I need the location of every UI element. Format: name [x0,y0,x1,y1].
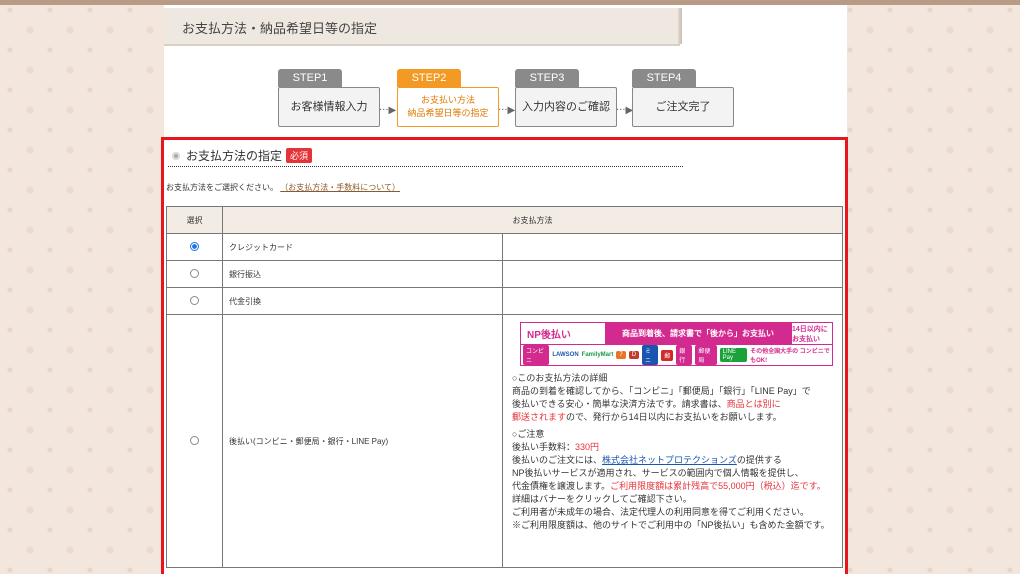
method-deferred-payment[interactable]: 後払い(コンビニ・郵便局・銀行・LINE Pay) [222,314,503,568]
method-extra-cell [502,233,843,261]
payment-method-table: 選択 お支払方法 クレジットカード 銀行振込 代金引換 後払い(コンビニ・郵便局… [166,206,843,568]
step-arrow-icon: ···▶ [379,105,397,116]
chip-note: その他全国大手の コンビニでもOK! [750,349,830,364]
method-cash-on-delivery[interactable]: 代金引換 [222,287,503,315]
chip-post-office: 郵便局 [695,345,717,365]
step-3-tab: STEP3 [515,69,579,87]
dotted-divider [168,166,683,167]
bullet-icon [172,151,180,160]
step-4: STEP4 ご注文完了 [632,69,734,127]
payment-section-heading: お支払方法の指定 [186,149,283,163]
step-4-tab: STEP4 [632,69,696,87]
np-banner-days: 14日以内に お支払い [791,323,832,344]
chip-ministop: ミニ [642,345,659,365]
step-arrow-icon: ···▶ [498,105,516,116]
table-row[interactable]: 代金引換 [166,287,843,315]
detail-line: 代金債権を譲渡します。ご利用限度額は累計残高で55,000円（税込）迄です。 [512,481,826,491]
fee-line: 後払い手数料：330円 [512,442,600,452]
detail-line: 後払いのご注文には、株式会社ネットプロテクションズの提供する [512,455,782,465]
payment-section-title: お支払方法の指定 必須 [172,147,313,164]
method-extra-cell [502,287,843,315]
np-banner-message: 商品到着後、請求書で「後から」お支払い [605,323,791,344]
header-method: お支払方法 [222,206,843,234]
method-credit-card[interactable]: クレジットカード [222,233,503,261]
np-logo: NP後払い [527,330,571,341]
table-header-row: 選択 お支払方法 [166,206,843,234]
step-arrow-icon: ···▶ [616,105,634,116]
required-badge: 必須 [286,148,313,163]
net-protections-link[interactable]: 株式会社ネットプロテクションズ [602,455,737,465]
page-header: お支払方法・納品希望日等の指定 [164,8,682,46]
step-1-tab: STEP1 [278,69,342,87]
page-title: お支払方法・納品希望日等の指定 [182,21,378,36]
chip-lawson: LAWSON [552,352,579,358]
method-extra-cell [502,260,843,288]
step-3: STEP3 入力内容のご確認 [515,69,617,127]
np-banner[interactable]: NP後払い 商品到着後、請求書で「後から」お支払い 14日以内に お支払い コン… [520,322,833,366]
np-detail-text: ○このお支払方法の詳細 商品の到着を確認してから、「コンビニ」「郵便局」「銀行」… [512,372,841,532]
step-1: STEP1 お客様情報入力 [278,69,380,127]
radio-cash-on-delivery[interactable] [190,295,199,305]
step-1-label: お客様情報入力 [278,87,380,127]
payment-intro-text: お支払方法をご選択ください。 [166,183,278,192]
step-2-label-line2: 納品希望日等の指定 [407,108,489,118]
chip-post: 郵 [661,349,674,361]
step-3-label: 入力内容のご確認 [515,87,617,127]
radio-deferred-payment[interactable] [190,435,199,445]
chip-convenience: コンビニ [523,345,550,365]
detail-line: 商品の到着を確認してから、「コンビニ」「郵便局」「銀行」「LINE Pay」で [512,386,811,396]
header-select: 選択 [166,206,223,234]
np-banner-chips: コンビニ LAWSON FamilyMart 7 D ミニ 郵 銀行 郵便局 L… [521,345,832,365]
chip-familymart: FamilyMart [581,352,614,358]
detail-line: 後払いできる安心・簡単な決済方法です。請求書は、商品とは別に [512,399,781,409]
chip-line-pay: LINE Pay [719,348,748,362]
method-bank-transfer[interactable]: 銀行振込 [222,260,503,288]
step-2-label: お支払い方法 納品希望日等の指定 [397,87,499,127]
step-2-tab: STEP2 [397,69,461,87]
step-2-label-line1: お支払い方法 [420,95,475,105]
np-detail-cell: NP後払い 商品到着後、請求書で「後から」お支払い 14日以内に お支払い コン… [502,314,843,568]
detail-line: 郵送されますので、発行から14日以内にお支払いをお願いします。 [512,412,782,422]
detail-line: NP後払いサービスが適用され、サービスの範囲内で個人情報を提供し、 [512,468,804,478]
chip-seven: 7 [616,351,626,359]
radio-credit-card[interactable] [190,241,199,251]
payment-intro: お支払方法をご選択ください。 （お支払方法・手数料について） [166,182,400,193]
detail-line: ※ご利用限度額は、他のサイトでご利用中の「NP後払い」も含めた金額です。 [512,520,830,530]
payment-fee-link[interactable]: （お支払方法・手数料について） [280,183,400,192]
table-row[interactable]: 後払い(コンビニ・郵便局・銀行・LINE Pay) NP後払い 商品到着後、請求… [166,314,843,568]
detail-line: ご利用者が未成年の場合、法定代理人の利用同意を得てご利用ください。 [512,507,810,517]
step-2: STEP2 お支払い方法 納品希望日等の指定 [397,69,499,127]
chip-bank: 銀行 [676,345,693,365]
table-row[interactable]: 銀行振込 [166,260,843,288]
detail-heading: ○このお支払方法の詳細 [512,373,608,383]
chip-daily: D [628,351,640,359]
table-row[interactable]: クレジットカード [166,233,843,261]
step-4-label: ご注文完了 [632,87,734,127]
radio-bank-transfer[interactable] [190,268,199,278]
detail-line: 詳細はバナーをクリックしてご確認下さい。 [512,494,692,504]
notice-heading: ○ご注意 [512,429,545,439]
